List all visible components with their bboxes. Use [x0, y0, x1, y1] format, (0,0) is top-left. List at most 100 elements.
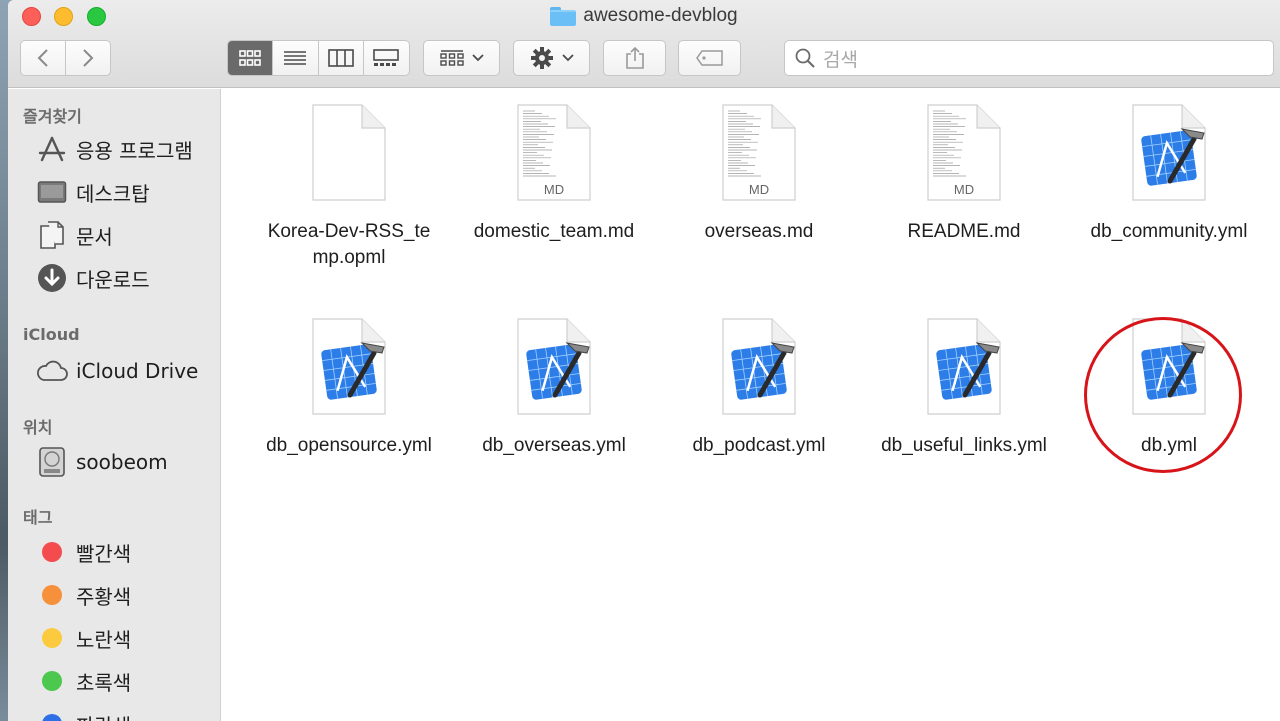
yellow-tag-dot-icon	[42, 628, 62, 648]
forward-button[interactable]	[66, 41, 110, 75]
chevron-left-icon	[37, 49, 48, 67]
markdown-document-icon: MD	[517, 104, 591, 201]
window-title-text: awesome-devblog	[583, 5, 738, 26]
file-name: domestic_team.md	[473, 221, 635, 242]
sidebar-item-desktop[interactable]: 데스크탑	[36, 174, 150, 210]
file-item[interactable]: db_community.yml	[1079, 103, 1259, 245]
tag-button[interactable]	[678, 40, 741, 76]
xcode-document-icon	[927, 318, 1001, 415]
sidebar-item-label: 초록색	[76, 670, 132, 695]
toolbar: awesome-devblog 검색	[8, 0, 1280, 88]
list-view-button[interactable]	[273, 41, 319, 75]
sidebar-tag-orange[interactable]: 주황색	[36, 577, 131, 613]
sidebar: 즐겨찾기 응용 프로그램 데스크탑 문서 다운로드 iCloud iCloud …	[8, 89, 221, 721]
sidebar-tag-green[interactable]: 초록색	[36, 663, 131, 699]
window-title: awesome-devblog	[8, 5, 1280, 27]
sidebar-tag-yellow[interactable]: 노란색	[36, 620, 131, 656]
file-name: db_podcast.yml	[692, 435, 826, 456]
xcode-document-icon	[1132, 104, 1206, 201]
desktop-icon	[36, 176, 68, 208]
sidebar-item-downloads[interactable]: 다운로드	[36, 260, 150, 296]
sidebar-tag-red[interactable]: 빨간색	[36, 534, 131, 570]
sidebar-item-label: 응용 프로그램	[76, 138, 193, 163]
sidebar-item-documents[interactable]: 문서	[36, 217, 113, 253]
icon-view-icon	[239, 50, 261, 66]
favorites-header: 즐겨찾기	[23, 107, 82, 126]
file-item[interactable]: db_podcast.yml	[669, 317, 849, 459]
file-type-badge: MD	[954, 182, 974, 197]
group-by-button[interactable]	[423, 40, 500, 76]
markdown-document-icon: MD	[722, 104, 796, 201]
back-button[interactable]	[21, 41, 65, 75]
search-placeholder: 검색	[823, 48, 858, 71]
red-tag-dot-icon	[42, 542, 62, 562]
tag-icon	[695, 50, 723, 66]
share-icon	[625, 46, 644, 69]
column-view-icon	[327, 49, 354, 67]
sidebar-item-label: 노란색	[76, 627, 132, 652]
applications-icon	[36, 133, 68, 165]
file-item[interactable]: Korea-Dev-RSS_temp.opml	[259, 103, 439, 271]
gallery-view-icon	[373, 49, 400, 66]
chevron-down-icon	[561, 54, 574, 62]
chevron-down-icon	[471, 54, 484, 62]
xcode-document-icon	[312, 318, 386, 415]
group-icon	[439, 50, 464, 66]
downloads-icon	[36, 262, 68, 294]
file-type-badge: MD	[544, 182, 564, 197]
orange-tag-dot-icon	[42, 585, 62, 605]
sidebar-item-icloud-drive[interactable]: iCloud Drive	[36, 353, 198, 389]
icon-view-button[interactable]	[228, 41, 274, 75]
sidebar-item-label: 파란색	[76, 710, 131, 721]
xcode-document-icon	[517, 318, 591, 415]
file-name: db_useful_links.yml	[881, 435, 1047, 456]
sidebar-item-soobeom[interactable]: soobeom	[36, 444, 168, 480]
cloud-icon	[36, 355, 68, 387]
file-type-badge: MD	[749, 182, 769, 197]
blue-tag-dot-icon	[42, 714, 62, 721]
file-item[interactable]: MD domestic_team.md	[464, 103, 644, 245]
icloud-header: iCloud	[23, 325, 80, 344]
sidebar-item-label: 데스크탑	[76, 181, 150, 206]
chevron-right-icon	[83, 49, 94, 67]
search-field[interactable]: 검색	[784, 40, 1274, 76]
column-view-button[interactable]	[319, 41, 364, 75]
tags-header: 태그	[23, 508, 53, 527]
documents-icon	[36, 219, 68, 251]
file-item[interactable]: db_opensource.yml	[259, 317, 439, 459]
finder-window: awesome-devblog 검색 즐겨찾기 응용 프로그램 데스크탑 문서 …	[8, 0, 1280, 721]
list-view-icon	[284, 51, 307, 65]
sidebar-item-label: soobeom	[76, 450, 168, 474]
locations-header: 위치	[23, 418, 53, 437]
gear-icon	[530, 47, 553, 69]
sidebar-tag-blue[interactable]: 파란색	[36, 706, 131, 721]
file-item[interactable]: MD README.md	[874, 103, 1054, 245]
sidebar-item-applications[interactable]: 응용 프로그램	[36, 131, 193, 167]
sidebar-item-label: iCloud Drive	[76, 359, 199, 383]
file-item[interactable]: MD overseas.md	[669, 103, 849, 245]
action-menu-button[interactable]	[513, 40, 590, 76]
file-name: db_community.yml	[1090, 221, 1248, 242]
green-tag-dot-icon	[42, 671, 62, 691]
search-icon	[795, 48, 815, 68]
file-name: db_overseas.yml	[482, 435, 626, 456]
red-highlight-circle	[1084, 317, 1242, 473]
xcode-document-icon	[722, 318, 796, 415]
view-mode-switcher	[227, 40, 410, 76]
hard-drive-icon	[36, 446, 68, 478]
markdown-document-icon: MD	[927, 104, 1001, 201]
file-name: overseas.md	[704, 221, 814, 242]
blank-document-icon	[312, 104, 386, 201]
sidebar-item-label: 문서	[76, 224, 113, 249]
file-name: Korea-Dev-RSS_temp.opml	[267, 221, 431, 268]
gallery-view-button[interactable]	[364, 41, 409, 75]
file-item[interactable]: db_overseas.yml	[464, 317, 644, 459]
file-item[interactable]: db_useful_links.yml	[874, 317, 1054, 459]
sidebar-item-label: 빨간색	[76, 541, 132, 566]
sidebar-item-label: 주황색	[76, 584, 132, 609]
share-button[interactable]	[603, 40, 666, 76]
folder-icon	[550, 6, 577, 26]
file-name: README.md	[907, 221, 1021, 242]
file-name: db_opensource.yml	[266, 435, 432, 456]
navigation-buttons	[20, 40, 111, 76]
